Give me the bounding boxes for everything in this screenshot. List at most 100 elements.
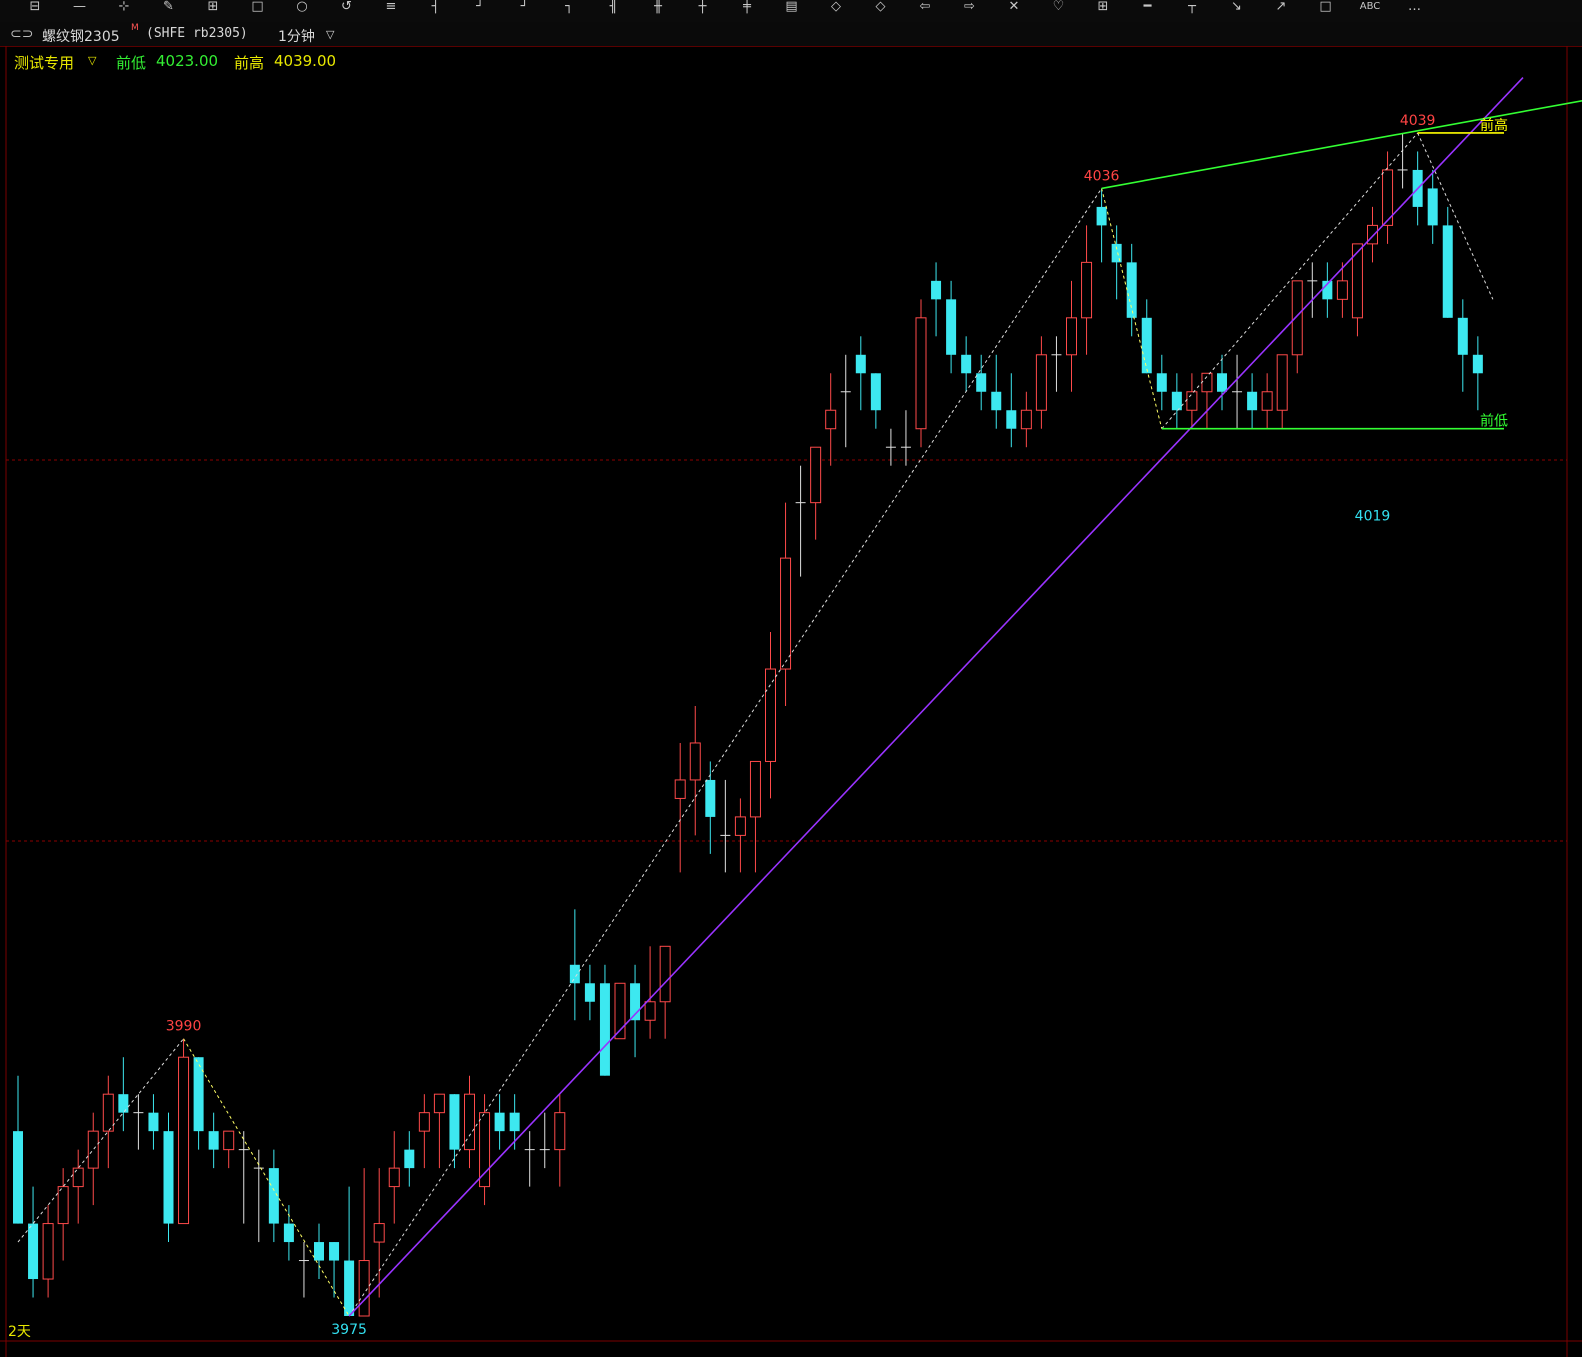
candle-body-down — [1427, 188, 1438, 226]
cursor-icon[interactable]: ⊹ — [109, 0, 139, 18]
min1-icon[interactable]: ┘ — [465, 0, 495, 18]
candle-body-up — [749, 760, 761, 818]
candle-body-up — [433, 1093, 445, 1114]
candle-body-down — [404, 1149, 415, 1169]
month-icon[interactable]: ╪ — [732, 0, 762, 18]
brush-icon[interactable]: ✎ — [154, 0, 184, 18]
candle-body-up — [373, 1223, 385, 1243]
candle-body-down — [855, 354, 866, 374]
candle-body-down — [961, 354, 972, 374]
candle-body-up — [1020, 409, 1032, 430]
candle-body-down — [584, 983, 595, 1002]
grid-icon[interactable]: ⊟ — [20, 0, 50, 18]
candle-body-down — [28, 1223, 39, 1280]
period-select[interactable]: 1分钟 — [278, 26, 315, 46]
kline-chart[interactable]: 前高前低 3990 3975 4036 4039 4019 2天 — [0, 46, 1582, 1357]
candle-body-up — [825, 409, 837, 430]
contract-name: 螺纹钢2305 — [42, 29, 120, 45]
candle-body-down — [163, 1131, 174, 1224]
candle-body-up — [223, 1130, 235, 1151]
candle-body-up — [659, 945, 671, 1003]
day-icon[interactable]: ╫ — [643, 0, 673, 18]
arrow-down-right-icon[interactable]: ↘ — [1222, 0, 1252, 18]
abc-icon[interactable]: ABC — [1355, 0, 1385, 18]
candle-body-up — [765, 668, 776, 762]
candle-body-up — [810, 446, 822, 504]
toolbar: ⊟ — ⊹ ✎ ⊞ □ ○ ↺ ≡ ┤ ┘ ┘ ┐ ╢ ╫ ┼ ╪ ▤ ◇ ◇ ⇦ ⇨ ✕ ♡ ⊞ ━ ┬ ↘ ↗ □ ABC … — [0, 0, 1582, 23]
week-icon[interactable]: ┼ — [688, 0, 718, 18]
cross-icon[interactable]: ✕ — [999, 0, 1029, 18]
trend-line-highs — [1101, 99, 1582, 190]
candle-body-down — [13, 1131, 23, 1224]
diamond-left-icon[interactable]: ◇ — [821, 0, 851, 18]
swing-label: 4019 — [1355, 509, 1391, 525]
candle-body-down — [1217, 373, 1227, 392]
candle-body-up — [178, 1056, 190, 1225]
diamond-right-icon[interactable]: ◇ — [866, 0, 896, 18]
candle-body-up — [689, 742, 701, 781]
candle-body-up — [358, 1260, 370, 1317]
swing-label: 4039 — [1400, 113, 1436, 129]
hour-icon[interactable]: ╢ — [599, 0, 629, 18]
heart-icon[interactable]: ♡ — [1044, 0, 1074, 18]
min5-icon[interactable]: ┘ — [510, 0, 540, 18]
candle-body-down — [1457, 317, 1468, 355]
candle-body-down — [946, 299, 957, 355]
candle-body-up — [388, 1167, 400, 1188]
tick-icon[interactable]: ┤ — [421, 0, 451, 18]
candle-body-up — [1291, 280, 1303, 356]
candle-body-down — [1006, 410, 1017, 429]
arrow-right-icon[interactable]: ⇨ — [955, 0, 985, 18]
more-icon[interactable]: … — [1400, 0, 1430, 18]
fib-icon[interactable]: ≡ — [376, 0, 406, 18]
arrow-left-icon[interactable]: ⇦ — [910, 0, 940, 18]
link-icon[interactable]: ⊂⊃ — [10, 26, 33, 42]
cycle-icon[interactable]: ↺ — [332, 0, 362, 18]
candle-body-down — [976, 373, 987, 392]
candle-body-down — [314, 1242, 324, 1261]
chevron-down-icon[interactable]: ▽ — [326, 28, 334, 41]
candle-body-down — [569, 964, 580, 984]
line-tool-icon[interactable]: — — [65, 0, 95, 18]
candle-body-down — [449, 1094, 460, 1150]
zigzag-line — [348, 188, 1103, 1317]
kline-chart-area[interactable]: 前高 前低 3990 3975 4036 4039 4019 2天 — [0, 46, 1582, 1357]
table-icon[interactable]: ⊞ — [198, 0, 228, 18]
contract-code: (SHFE rb2305) — [146, 26, 248, 41]
square-icon[interactable]: □ — [1311, 0, 1341, 18]
candle-body-up — [42, 1223, 54, 1280]
candle-body-down — [509, 1112, 520, 1132]
candle-body-down — [1171, 391, 1182, 411]
candle-body-down — [1442, 225, 1453, 318]
candle-body-up — [1186, 391, 1198, 411]
candle-body-down — [193, 1057, 204, 1132]
candle-body-down — [344, 1260, 355, 1316]
candle-body-up — [479, 1112, 491, 1188]
candle-body-up — [1276, 354, 1288, 411]
minus-icon[interactable]: ━ — [1133, 0, 1163, 18]
candle-body-up — [915, 317, 927, 430]
title-bar: ⊂⊃ 螺纹钢2305 M (SHFE rb2305) 1分钟 ▽ — [0, 22, 1582, 47]
arrow-up-right-icon[interactable]: ↗ — [1266, 0, 1296, 18]
zigzag-line — [17, 1038, 184, 1243]
candle-body-down — [1126, 262, 1137, 318]
contract-marker: M — [131, 23, 139, 33]
layout-icon[interactable]: ⊞ — [1088, 0, 1118, 18]
candle-body-down — [991, 391, 1002, 411]
candle-body-up — [1336, 280, 1348, 300]
candle-body-down — [118, 1094, 129, 1113]
circle-icon[interactable]: ○ — [287, 0, 317, 18]
candle-body-down — [870, 373, 881, 411]
min15-icon[interactable]: ┐ — [554, 0, 584, 18]
swing-label: 3975 — [331, 1322, 367, 1338]
candle-body-down — [329, 1242, 340, 1261]
candle-body-up — [1261, 391, 1273, 411]
candle-body-up — [1035, 354, 1047, 411]
candle-body-down — [931, 280, 942, 300]
candle-body-up — [102, 1093, 114, 1132]
candle-body-down — [1141, 317, 1152, 374]
rect-icon[interactable]: □ — [243, 0, 273, 18]
quarter-icon[interactable]: ▤ — [777, 0, 807, 18]
pin-icon[interactable]: ┬ — [1177, 0, 1207, 18]
candle-body-up — [554, 1112, 566, 1151]
